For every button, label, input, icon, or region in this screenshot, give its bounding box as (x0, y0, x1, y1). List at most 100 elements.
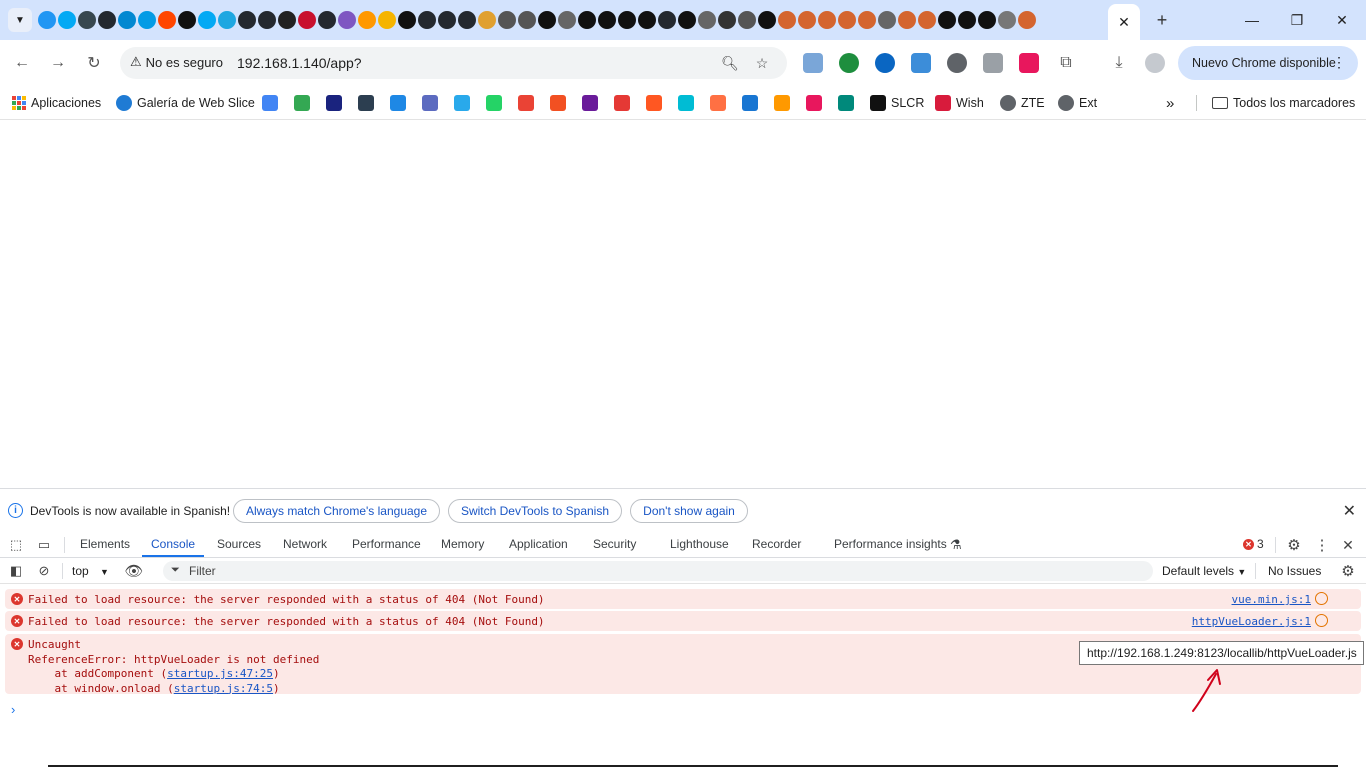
context-selector[interactable]: top ▼ (72, 564, 109, 578)
pinned-tab-favicon[interactable] (798, 11, 816, 29)
pinned-tab-favicon[interactable] (118, 11, 136, 29)
pinned-tab-favicon[interactable] (638, 11, 656, 29)
tab-sources[interactable]: Sources (217, 537, 261, 551)
filter-input[interactable]: ⏷ Filter (163, 561, 1153, 581)
extension-icon[interactable] (983, 53, 1003, 73)
tab-search-button[interactable]: ▼ (8, 8, 32, 32)
log-levels-dropdown[interactable]: Default levels ▼ (1162, 564, 1246, 578)
pinned-tab-favicon[interactable] (178, 11, 196, 29)
pinned-tab-favicon[interactable] (398, 11, 416, 29)
extension-icon[interactable] (839, 53, 859, 73)
pinned-tab-favicon[interactable] (598, 11, 616, 29)
pinned-tab-favicon[interactable] (838, 11, 856, 29)
pinned-tab-favicon[interactable] (198, 11, 216, 29)
source-link[interactable]: vue.min.js:1 (1232, 593, 1311, 606)
forward-button[interactable]: → (46, 51, 70, 75)
pinned-tab-favicon[interactable] (878, 11, 896, 29)
close-icon[interactable]: ✕ (1343, 501, 1356, 521)
bookmark-favicon[interactable] (390, 95, 406, 111)
pinned-tab-favicon[interactable] (778, 11, 796, 29)
bookmark-favicon[interactable] (614, 95, 630, 111)
bookmark-favicon[interactable] (774, 95, 790, 111)
bookmark-slcr[interactable]: SLCR (870, 92, 924, 114)
clear-console-icon[interactable]: ⊘ (35, 562, 53, 580)
pinned-tab-favicon[interactable] (978, 11, 996, 29)
tab-memory[interactable]: Memory (441, 537, 484, 551)
pinned-tab-favicon[interactable] (298, 11, 316, 29)
pinned-tab-favicon[interactable] (278, 11, 296, 29)
bookmark-favicon[interactable] (550, 95, 566, 111)
bookmark-favicon[interactable] (422, 95, 438, 111)
bookmark-favicon[interactable] (486, 95, 502, 111)
network-request-icon[interactable] (1315, 614, 1328, 627)
stack-link[interactable]: startup.js:74:5 (174, 682, 273, 695)
chrome-update-button[interactable]: Nuevo Chrome disponible ⋮ (1178, 46, 1358, 80)
pinned-tab-favicon[interactable] (158, 11, 176, 29)
close-icon[interactable]: ✕ (1118, 14, 1130, 31)
bookmark-favicon[interactable] (582, 95, 598, 111)
pinned-tab-favicon[interactable] (498, 11, 516, 29)
pinned-tab-favicon[interactable] (938, 11, 956, 29)
download-icon[interactable]: ⤓ (1107, 51, 1131, 75)
pinned-tab-favicon[interactable] (358, 11, 376, 29)
address-bar[interactable]: ⚠ No es seguro 192.168.1.140/app? 🔍︎ ☆ (120, 47, 787, 79)
eye-icon[interactable]: 👁︎ (124, 562, 143, 580)
bookmark-favicon[interactable] (646, 95, 662, 111)
bookmark-favicon[interactable] (294, 95, 310, 111)
pinned-tab-favicon[interactable] (1018, 11, 1036, 29)
extension-icon[interactable] (947, 53, 967, 73)
pinned-tab-favicon[interactable] (138, 11, 156, 29)
pinned-tab-favicon[interactable] (538, 11, 556, 29)
dont-show-again-button[interactable]: Don't show again (630, 499, 748, 523)
tab-recorder[interactable]: Recorder (752, 537, 801, 551)
pinned-tab-favicon[interactable] (98, 11, 116, 29)
gear-icon[interactable]: ⚙ (1339, 562, 1357, 580)
more-bookmarks-button[interactable]: » (1166, 92, 1174, 114)
pinned-tab-favicon[interactable] (78, 11, 96, 29)
pinned-tab-favicon[interactable] (718, 11, 736, 29)
bookmark-favicon[interactable] (358, 95, 374, 111)
bookmark-ext[interactable]: Ext (1058, 92, 1097, 114)
pinned-tab-favicon[interactable] (418, 11, 436, 29)
pinned-tab-favicon[interactable] (238, 11, 256, 29)
pinned-tab-favicon[interactable] (58, 11, 76, 29)
pinned-tab-favicon[interactable] (658, 11, 676, 29)
minimize-button[interactable]: — (1232, 8, 1272, 32)
tab-performance-insights[interactable]: Performance insights (834, 537, 947, 551)
new-tab-button[interactable]: + (1150, 8, 1174, 32)
pinned-tab-favicon[interactable] (678, 11, 696, 29)
console-prompt[interactable]: › (11, 702, 15, 717)
tab-security[interactable]: Security (593, 537, 636, 551)
pinned-tab-favicon[interactable] (618, 11, 636, 29)
all-bookmarks-folder[interactable]: Todos los marcadores (1212, 92, 1355, 114)
bookmark-zte[interactable]: ZTE (1000, 92, 1045, 114)
reload-button[interactable]: ↻ (82, 51, 106, 75)
extension-icon[interactable] (875, 53, 895, 73)
pinned-tab-favicon[interactable] (378, 11, 396, 29)
bookmark-favicon[interactable] (742, 95, 758, 111)
pinned-tab-favicon[interactable] (918, 11, 936, 29)
extension-icon[interactable] (803, 53, 823, 73)
switch-to-spanish-button[interactable]: Switch DevTools to Spanish (448, 499, 622, 523)
security-chip[interactable]: ⚠ No es seguro (130, 54, 223, 70)
pinned-tab-favicon[interactable] (458, 11, 476, 29)
bookmark-apps[interactable]: Aplicaciones (12, 92, 101, 114)
sidebar-toggle-icon[interactable]: ◧ (7, 562, 25, 580)
pinned-tab-favicon[interactable] (318, 11, 336, 29)
always-match-language-button[interactable]: Always match Chrome's language (233, 499, 440, 523)
restore-button[interactable]: ❐ (1277, 8, 1317, 32)
tab-console[interactable]: Console (151, 537, 195, 551)
tab-network[interactable]: Network (283, 537, 327, 551)
pinned-tab-favicon[interactable] (698, 11, 716, 29)
bookmark-favicon[interactable] (678, 95, 694, 111)
pinned-tab-favicon[interactable] (958, 11, 976, 29)
tab-performance[interactable]: Performance (352, 537, 421, 551)
inspect-element-icon[interactable]: ⬚ (7, 536, 25, 554)
bookmark-favicon[interactable] (518, 95, 534, 111)
active-tab[interactable]: ✕ (1108, 4, 1140, 40)
bookmark-favicon[interactable] (454, 95, 470, 111)
pinned-tab-favicon[interactable] (738, 11, 756, 29)
error-count-badge[interactable]: ✕ 3 (1243, 537, 1264, 551)
pinned-tab-favicon[interactable] (558, 11, 576, 29)
close-icon[interactable]: ✕ (1339, 536, 1357, 554)
